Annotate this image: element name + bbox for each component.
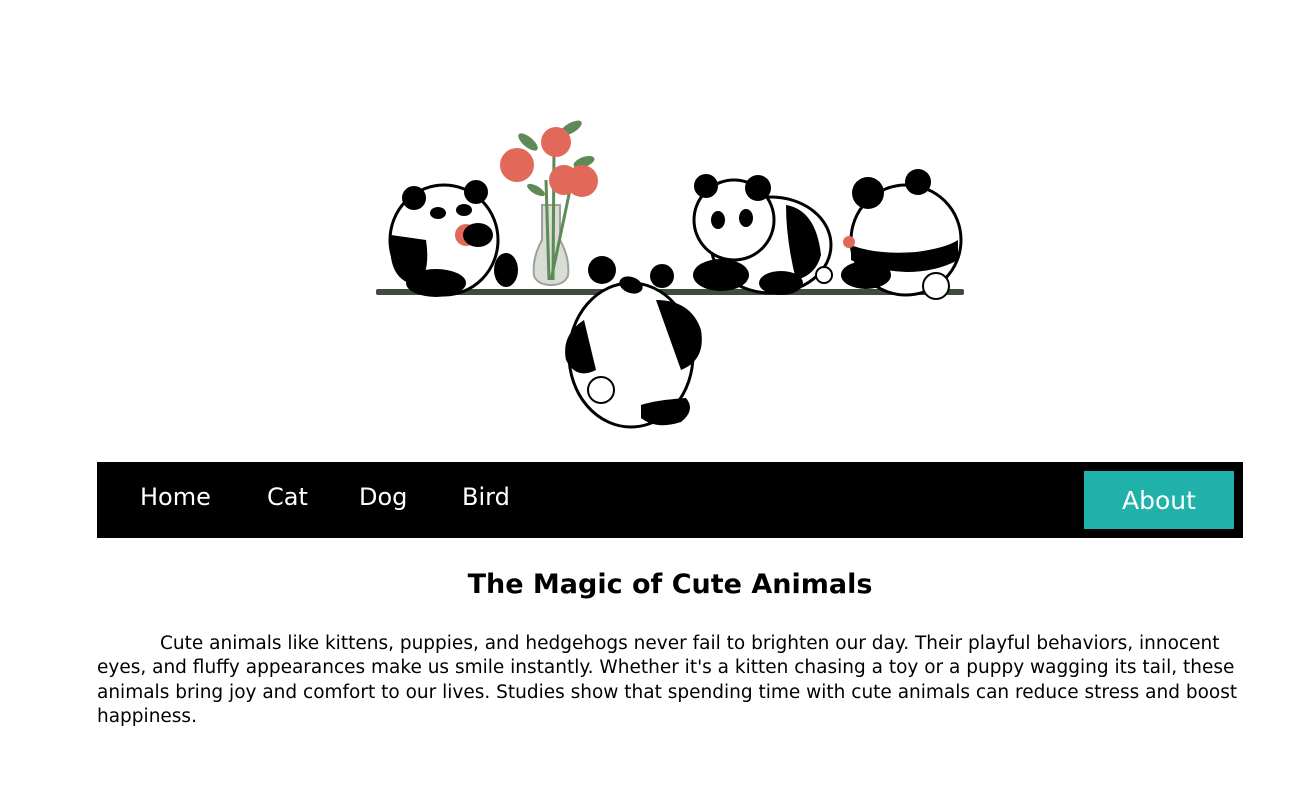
about-button[interactable]: About <box>1084 471 1234 529</box>
nav-link-dog[interactable]: Dog <box>359 481 407 513</box>
nav-bar: Home Cat Dog Bird About <box>97 462 1243 538</box>
pandas-illustration-icon <box>376 120 964 429</box>
nav-link-home[interactable]: Home <box>140 481 211 513</box>
panda-crouching-icon <box>692 174 833 295</box>
article-body: Cute animals like kittens, puppies, and … <box>97 633 1238 727</box>
hero-image <box>356 80 976 450</box>
panda-hanging-icon <box>565 256 702 429</box>
panda-back-icon <box>841 169 963 300</box>
panda-eating-icon <box>388 180 518 297</box>
nav-link-bird[interactable]: Bird <box>462 481 510 513</box>
nav-link-cat[interactable]: Cat <box>267 481 308 513</box>
page-title: The Magic of Cute Animals <box>467 569 873 600</box>
